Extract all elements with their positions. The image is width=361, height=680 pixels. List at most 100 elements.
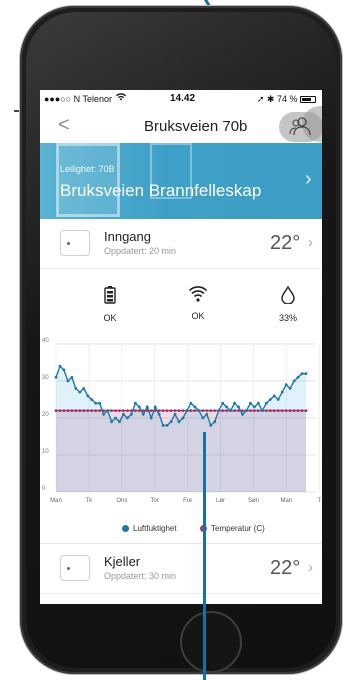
humidity-point: [201, 416, 205, 420]
device-temperature: 22°: [270, 557, 301, 579]
humidity-point: [98, 401, 102, 405]
humidity-point: [126, 416, 129, 420]
humidity-point: [86, 394, 90, 398]
humidity-point: [173, 412, 177, 416]
camera-icon: [156, 58, 163, 65]
wifi-status-label: OK: [191, 311, 205, 321]
temperature-point: [276, 409, 280, 412]
humidity-point: [54, 375, 58, 379]
device-row-kjeller[interactable]: Kjeller Oppdatert: 30 min 22° ›: [40, 546, 322, 594]
y-tick-label: 30: [42, 375, 49, 381]
temperature-point: [82, 409, 86, 412]
humidity-point: [193, 405, 197, 409]
temperature-point: [110, 409, 113, 412]
apartment-title: Bruksveien Brannfelleskap: [60, 181, 262, 200]
humidity-temperature-chart: 0 10 20 30 40 Man Tir Ons Tor Fre Lør Søn Man T: [42, 338, 321, 504]
legend-humidity-dot: [122, 525, 129, 532]
temperature-point: [221, 409, 225, 412]
page-title: Bruksveien 70b: [144, 118, 248, 135]
app-screen: ●●●○○ N Telenor 14.42 ➚ ✱ 74 % < Bruksve…: [40, 90, 322, 604]
legend-humidity: Luftfuktighet: [122, 524, 177, 533]
device-temperature: 22°: [270, 232, 301, 254]
temperature-point: [118, 409, 121, 412]
humidity-point: [133, 401, 137, 405]
humidity-point: [114, 416, 117, 420]
apartment-label: Leilighet: 70B: [60, 164, 115, 174]
humidity-point: [217, 409, 221, 412]
x-tick-label: Søn: [248, 498, 259, 504]
humidity-point: [66, 379, 70, 383]
temperature-point: [272, 409, 276, 412]
legend-temperature-label: Temperatur (C): [211, 524, 265, 533]
wifi-status-item: OK: [168, 286, 228, 321]
temperature-point: [209, 409, 213, 412]
temperature-point: [66, 409, 70, 412]
battery-icon: [104, 286, 116, 304]
device-row-inngang[interactable]: Inngang Oppdatert: 20 min 22° ›: [40, 221, 322, 269]
temperature-point: [177, 409, 181, 412]
nav-bar: < Bruksveien 70b: [40, 106, 322, 142]
humidity-point: [157, 412, 161, 416]
temperature-point: [237, 409, 240, 412]
humidity-point: [62, 368, 66, 372]
device-name: Kjeller: [104, 554, 141, 569]
annotation-pointer-bottom: [203, 432, 206, 680]
clock-text: 14.42: [170, 93, 196, 104]
temperature-point: [304, 409, 308, 412]
x-tick-label: Tir: [86, 498, 93, 504]
smoke-detector-icon: [60, 555, 90, 581]
humidity-point: [229, 409, 233, 412]
humidity-point: [300, 372, 304, 375]
temperature-point: [98, 409, 102, 412]
temperature-point: [256, 409, 260, 412]
humidity-point: [209, 424, 213, 427]
humidity-status-label: 33%: [278, 313, 297, 323]
humidity-point: [129, 412, 133, 416]
temperature-point: [169, 409, 173, 412]
humidity-point: [296, 375, 300, 379]
humidity-point: [280, 390, 284, 394]
device-updated: Oppdatert: 30 min: [104, 571, 177, 581]
chevron-right-icon: ›: [308, 559, 313, 576]
humidity-area: [56, 366, 306, 492]
temperature-point: [78, 409, 82, 412]
humidity-point: [78, 390, 82, 394]
back-chevron-icon[interactable]: <: [58, 114, 70, 137]
temperature-point: [288, 409, 292, 412]
humidity-point: [122, 412, 125, 416]
humidity-point: [149, 416, 153, 420]
y-tick-label: 40: [42, 338, 49, 344]
humidity-point: [118, 420, 121, 424]
temperature-point: [90, 409, 94, 412]
location-icon: ➚: [256, 94, 265, 104]
temperature-point: [62, 409, 66, 412]
apartment-banner[interactable]: Leilighet: 70B Bruksveien Brannfelleskap…: [40, 143, 322, 219]
humidity-point: [253, 405, 256, 409]
temperature-point: [241, 409, 244, 412]
chevron-right-icon: ›: [305, 168, 312, 190]
users-icon[interactable]: [288, 116, 312, 141]
home-button[interactable]: [180, 611, 242, 673]
humidity-point: [106, 409, 109, 412]
humidity-point: [260, 409, 264, 412]
humidity-point: [165, 424, 169, 427]
humidity-point: [245, 409, 248, 412]
temperature-point: [205, 409, 209, 412]
humidity-point: [197, 409, 201, 412]
sensor-status-row: OK OK 33%: [40, 276, 322, 332]
humidity-point: [153, 405, 157, 409]
humidity-point: [205, 412, 209, 416]
battery-status-icon: [300, 96, 316, 103]
humidity-point: [221, 401, 225, 405]
temperature-point: [213, 409, 217, 412]
humidity-point: [58, 364, 62, 368]
temperature-point: [201, 409, 205, 412]
temperature-point: [284, 409, 288, 412]
wifi-status-icon: [116, 93, 126, 103]
temperature-point: [181, 409, 185, 412]
chart-legend: Luftfuktighet Temperatur (C): [40, 522, 322, 538]
humidity-point: [137, 405, 141, 409]
humidity-drop-icon: [281, 285, 295, 305]
humidity-point: [181, 416, 185, 420]
x-tick-label: Man: [281, 498, 293, 504]
